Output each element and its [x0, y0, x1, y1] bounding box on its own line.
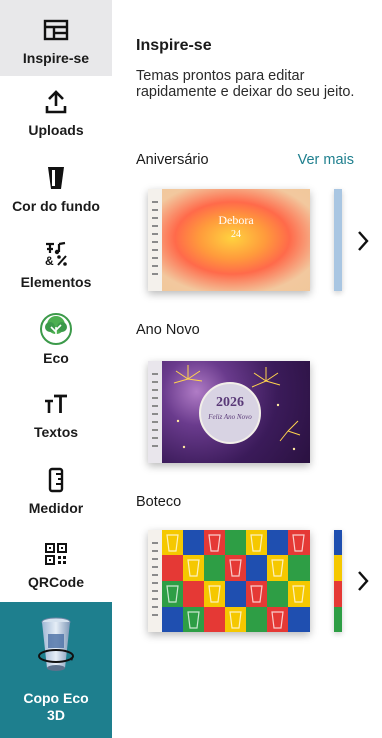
card-number-text: 24 [231, 229, 241, 240]
template-card-aniversario[interactable]: Debora 24 [148, 189, 310, 291]
elements-icon: & [42, 240, 70, 268]
section-title-ano-novo: Ano Novo [136, 322, 200, 338]
svg-text:&: & [45, 254, 54, 267]
sidebar-item-eco[interactable]: Eco [0, 312, 112, 376]
sidebar-item-label: Textos [33, 424, 79, 440]
next-card-peek [334, 530, 342, 632]
sidebar-item-copo-eco-3d[interactable]: Copo Eco 3D [0, 602, 112, 738]
card-strip [148, 189, 162, 291]
card-strip [148, 530, 162, 632]
sidebar-item-qrcode[interactable]: QRCode [0, 540, 112, 600]
sidebar-item-medidor[interactable]: Medidor [0, 466, 112, 530]
sidebar: Inspire-se Uploads Cor do fundo & Elemen… [0, 0, 112, 738]
see-more-link[interactable]: Ver mais [298, 152, 354, 168]
pattern-graphic [162, 530, 310, 632]
sidebar-item-label: Uploads [28, 122, 84, 138]
text-icon [42, 390, 70, 418]
cup-icon [42, 164, 70, 192]
sidebar-item-inspire[interactable]: Inspire-se [0, 0, 112, 76]
sidebar-item-elementos[interactable]: & Elementos [0, 240, 112, 304]
tree-icon [39, 312, 73, 346]
template-card-boteco[interactable] [148, 530, 310, 632]
sidebar-item-label: Elementos [20, 274, 92, 290]
card-name-text: Debora [218, 213, 254, 227]
qrcode-icon [42, 540, 70, 568]
sidebar-item-cor-do-fundo[interactable]: Cor do fundo [0, 164, 112, 228]
panel-title: Inspire-se [136, 37, 212, 54]
sidebar-item-uploads[interactable]: Uploads [0, 88, 112, 152]
chevron-right-icon [358, 231, 369, 251]
chevron-right-icon [358, 571, 369, 591]
fireworks-graphic [173, 365, 301, 451]
card-year-text: 2026 [216, 395, 244, 410]
sidebar-item-label: Inspire-se [22, 50, 90, 66]
cup-3d-icon [34, 616, 78, 678]
carousel-next-button[interactable] [352, 566, 374, 596]
sidebar-item-label: Medidor [28, 500, 84, 516]
layout-grid-icon [42, 16, 70, 44]
template-card-ano-novo[interactable]: 2026 Feliz Ano Novo [148, 361, 310, 463]
upload-icon [42, 88, 70, 116]
ruler-icon [42, 466, 70, 494]
next-card-peek [334, 189, 342, 291]
sidebar-item-label: QRCode [28, 574, 84, 590]
carousel-next-button[interactable] [352, 226, 374, 256]
panel-description: Temas prontos para editar rapidamente e … [136, 68, 355, 100]
sidebar-item-label: Eco [43, 350, 69, 366]
card-greeting-text: Feliz Ano Novo [208, 413, 252, 421]
sidebar-item-label: Cor do fundo [12, 198, 100, 214]
section-title-boteco: Boteco [136, 494, 182, 510]
inspire-panel: Inspire-se Temas prontos para editar rap… [112, 0, 382, 738]
sidebar-item-textos[interactable]: Textos [0, 390, 112, 454]
section-title-aniversario: Aniversário [136, 152, 209, 168]
sidebar-item-label: Copo Eco 3D [23, 690, 89, 723]
